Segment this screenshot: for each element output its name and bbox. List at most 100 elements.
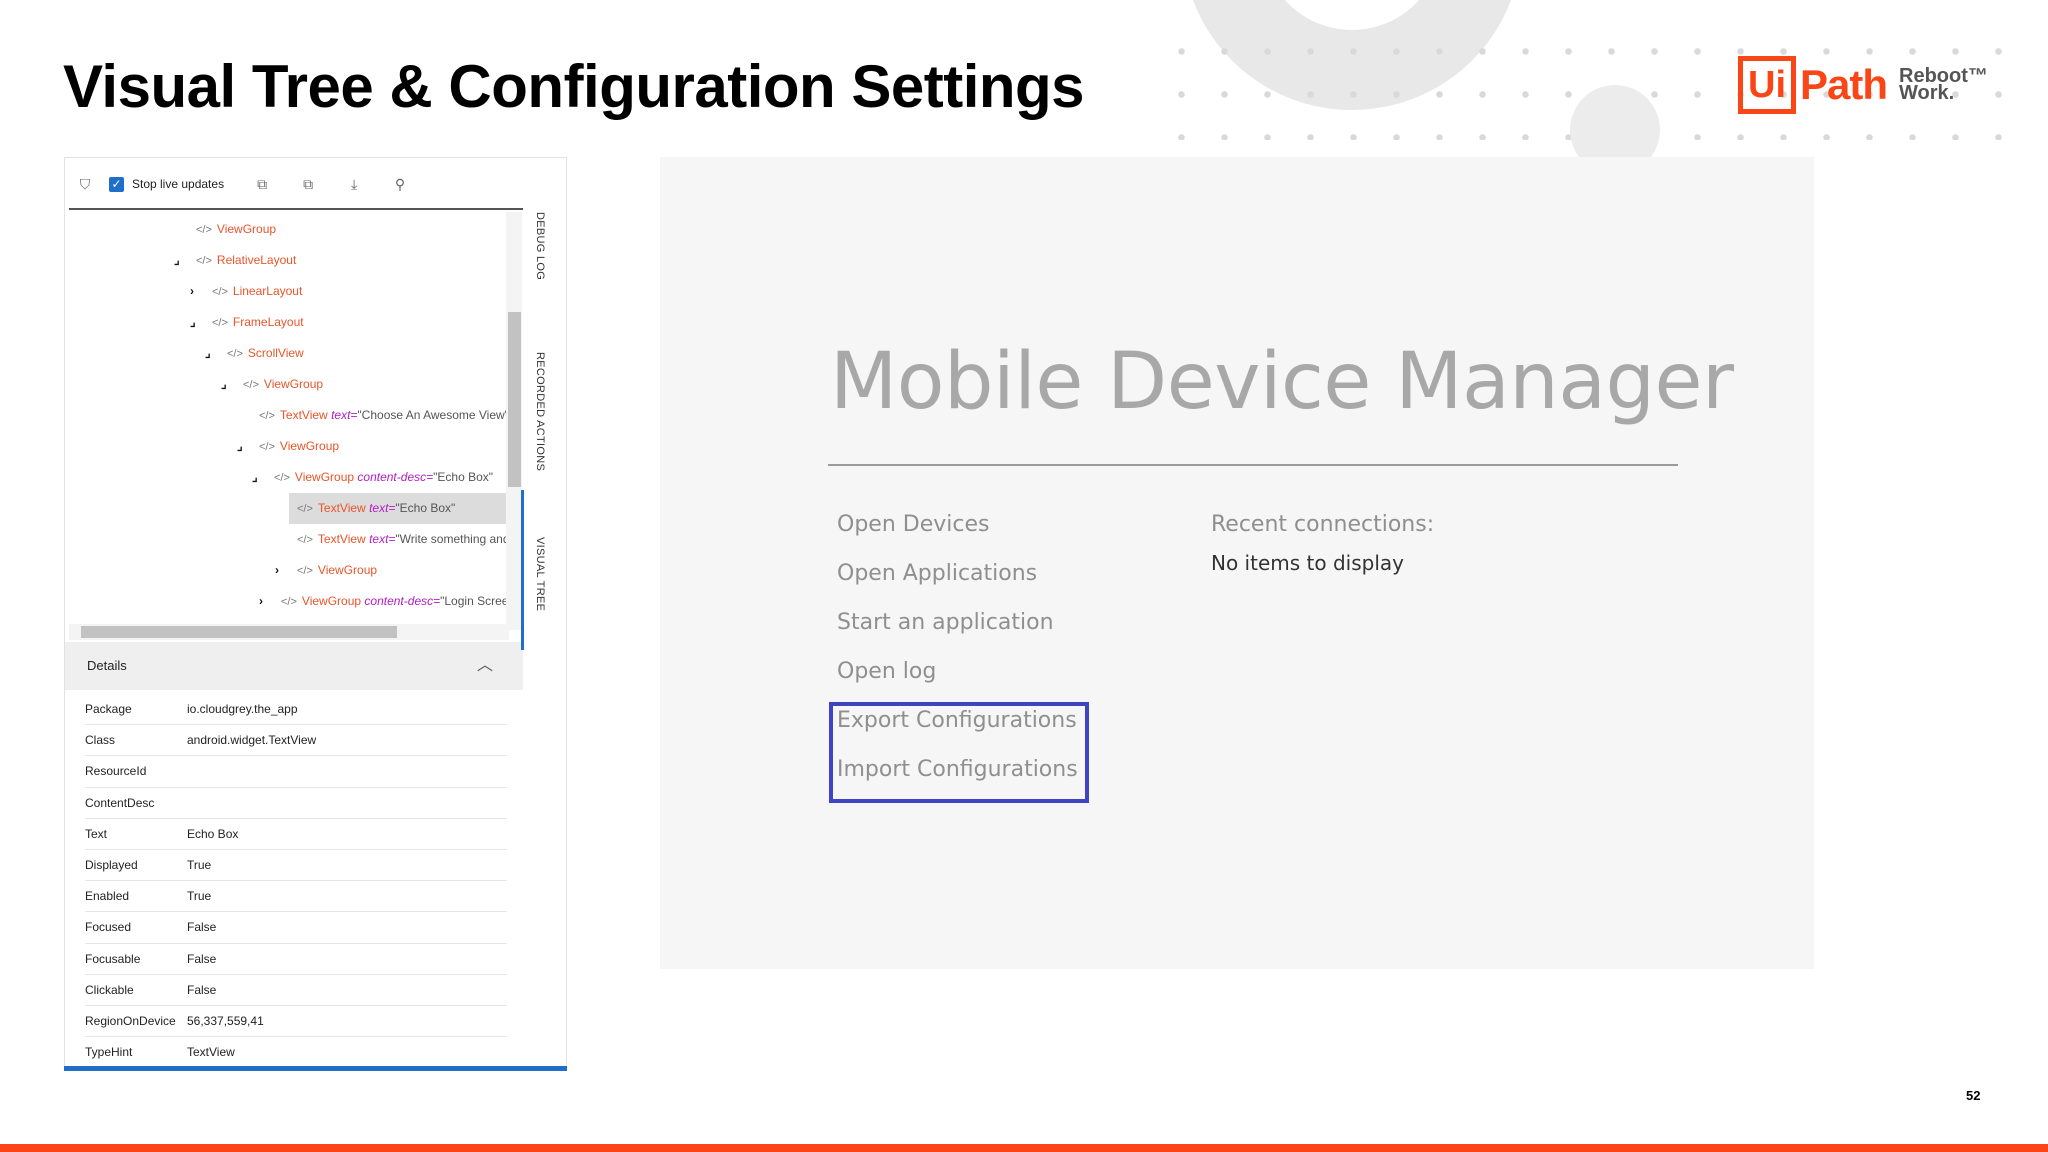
code-tag-icon: </> bbox=[274, 472, 290, 484]
details-row: Package io.cloudgrey.the_app bbox=[85, 694, 507, 726]
stop-live-updates-checkbox[interactable]: ✓ bbox=[109, 176, 124, 192]
tree-node-tag: TextView bbox=[279, 408, 328, 422]
tree-node-tag: FrameLayout bbox=[232, 315, 304, 329]
code-tag-icon: </> bbox=[259, 441, 275, 453]
details-value: io.cloudgrey.the_app bbox=[187, 702, 298, 717]
details-key: Focused bbox=[85, 920, 132, 935]
recent-connections-label: Recent connections: bbox=[1211, 512, 1435, 537]
tree-node-value: "Write something and s bbox=[395, 532, 509, 546]
details-row: Enabled True bbox=[85, 881, 507, 913]
details-header[interactable]: Details ︿ bbox=[65, 642, 523, 690]
tree-node[interactable]: › </> ViewGroup content-desc="Login Screen… bbox=[259, 586, 509, 617]
tree-vertical-scrollbar[interactable] bbox=[506, 212, 522, 630]
details-row: Focused False bbox=[85, 912, 507, 944]
tree-node[interactable]: ⌟ </> ViewGroup content-desc="Echo Box" bbox=[252, 462, 494, 493]
tree-node[interactable]: ⌟ </> ScrollView bbox=[205, 338, 304, 369]
tree-node-attr: text= bbox=[369, 501, 396, 515]
tab-debug-log[interactable]: DEBUG LOG bbox=[534, 212, 546, 280]
details-value: Echo Box bbox=[187, 826, 239, 841]
tree-node-value: "Echo Box" bbox=[433, 470, 494, 484]
tree-chevron[interactable]: ⌟ bbox=[237, 431, 243, 462]
download-icon[interactable]: ⤓ bbox=[344, 176, 364, 193]
code-tag-icon: </> bbox=[297, 503, 313, 515]
open-log-link[interactable]: Open log bbox=[837, 659, 936, 684]
details-table: Package io.cloudgrey.the_app Class android… bbox=[85, 694, 507, 1069]
scrollbar-thumb[interactable] bbox=[508, 312, 521, 487]
visual-tree: </> ViewGroup ⌟ </> RelativeLayout › </> Line… bbox=[69, 212, 509, 632]
chevron-up-icon[interactable]: ︿ bbox=[477, 642, 493, 690]
tree-chevron[interactable]: ⌟ bbox=[174, 245, 180, 276]
tree-node-tag: ViewGroup bbox=[294, 470, 355, 484]
details-value: True bbox=[187, 889, 212, 904]
open-applications-link[interactable]: Open Applications bbox=[837, 561, 1037, 586]
details-value: True bbox=[187, 858, 212, 873]
tree-node[interactable]: </> TextView text="Write something and s bbox=[297, 524, 509, 555]
logo-tagline: Reboot™ Work. bbox=[1899, 66, 1988, 103]
tree-chevron[interactable]: › bbox=[259, 586, 263, 617]
tree-node-value: "Choose An Awesome View" bbox=[357, 408, 509, 422]
details-row: Text Echo Box bbox=[85, 819, 507, 850]
tree-chevron[interactable]: ⌟ bbox=[221, 369, 227, 400]
details-key: TypeHint bbox=[85, 1045, 133, 1060]
details-row: ContentDesc bbox=[85, 788, 507, 819]
tree-node[interactable]: ⌟ </> ViewGroup bbox=[237, 431, 339, 462]
configurations-highlight-box bbox=[829, 702, 1089, 803]
details-key: Class bbox=[85, 733, 116, 748]
code-tag-icon: </> bbox=[212, 317, 228, 329]
side-tab-strip: DEBUG LOG RECORDED ACTIONS VISUAL TREE bbox=[521, 157, 567, 650]
scrollbar-thumb[interactable] bbox=[81, 626, 397, 638]
code-tag-icon: </> bbox=[281, 596, 297, 608]
tree-chevron[interactable]: › bbox=[190, 276, 194, 307]
tree-horizontal-scrollbar[interactable] bbox=[69, 624, 509, 640]
slide-title: Visual Tree & Configuration Settings bbox=[63, 53, 1085, 120]
copy-all-icon[interactable]: ⧉ bbox=[298, 176, 318, 193]
tree-node-tag: ViewGroup bbox=[317, 563, 378, 577]
details-key: RegionOnDevice bbox=[85, 1013, 176, 1028]
details-row: Displayed True bbox=[85, 850, 507, 882]
tree-node[interactable]: ⌟ </> FrameLayout bbox=[190, 307, 304, 338]
active-tab-indicator bbox=[521, 490, 524, 650]
page-number: 52 bbox=[1966, 1088, 1981, 1103]
tree-chevron[interactable]: ⌟ bbox=[252, 462, 258, 493]
details-row: Focusable False bbox=[85, 944, 507, 975]
tree-node[interactable]: › </> ViewGroup bbox=[275, 555, 378, 586]
code-tag-icon: </> bbox=[297, 534, 313, 546]
tree-node[interactable]: </> ViewGroup bbox=[196, 214, 276, 245]
code-tag-icon: </> bbox=[227, 348, 243, 360]
details-value: False bbox=[187, 982, 217, 997]
start-application-link[interactable]: Start an application bbox=[837, 610, 1054, 635]
logo-ui-box: Ui bbox=[1738, 56, 1796, 114]
mdm-divider bbox=[828, 464, 1678, 466]
tree-node-tag: ViewGroup bbox=[263, 377, 324, 391]
tree-node-tag: ViewGroup bbox=[301, 594, 362, 608]
code-tag-icon: </> bbox=[297, 565, 313, 577]
uipath-logo: Ui Path Reboot™ Work. bbox=[1738, 56, 1988, 114]
tree-node-selected[interactable]: </> TextView text="Echo Box" bbox=[289, 493, 508, 524]
tree-node-tag: RelativeLayout bbox=[216, 253, 297, 267]
tab-visual-tree[interactable]: VISUAL TREE bbox=[534, 537, 546, 611]
tree-node-attr: content-desc= bbox=[357, 470, 434, 484]
search-icon[interactable]: ⚲ bbox=[390, 176, 410, 193]
details-title: Details bbox=[87, 658, 127, 673]
tree-node-tag: TextView bbox=[317, 532, 366, 546]
stop-live-updates-label: Stop live updates bbox=[132, 177, 225, 191]
details-key: Displayed bbox=[85, 858, 138, 873]
tree-node[interactable]: › </> LinearLayout bbox=[190, 276, 302, 307]
mobile-device-manager-screen: Mobile Device Manager Open Devices Open … bbox=[660, 157, 1814, 969]
tree-chevron[interactable]: › bbox=[275, 555, 279, 586]
copy-icon[interactable]: ⧉ bbox=[252, 176, 272, 193]
open-devices-link[interactable]: Open Devices bbox=[837, 512, 989, 537]
visual-tree-panel: ⛉ ✓ Stop live updates ⧉ ⧉ ⤓ ⚲ </> ViewGro… bbox=[64, 157, 567, 1071]
tab-recorded-actions[interactable]: RECORDED ACTIONS bbox=[534, 352, 546, 471]
tree-node[interactable]: </> TextView text="Choose An Awesome View… bbox=[259, 400, 509, 431]
tree-node-attr: text= bbox=[369, 532, 396, 546]
tree-chevron[interactable]: ⌟ bbox=[205, 338, 211, 369]
tree-node[interactable]: ⌟ </> RelativeLayout bbox=[174, 245, 297, 276]
details-value: False bbox=[187, 920, 217, 935]
highlight-icon[interactable]: ⛉ bbox=[75, 176, 95, 193]
mdm-title: Mobile Device Manager bbox=[830, 337, 1734, 427]
tree-chevron[interactable]: ⌟ bbox=[190, 307, 196, 338]
details-key: Enabled bbox=[85, 889, 130, 904]
footer-accent-bar bbox=[0, 1144, 2048, 1152]
tree-node[interactable]: ⌟ </> ViewGroup bbox=[221, 369, 324, 400]
